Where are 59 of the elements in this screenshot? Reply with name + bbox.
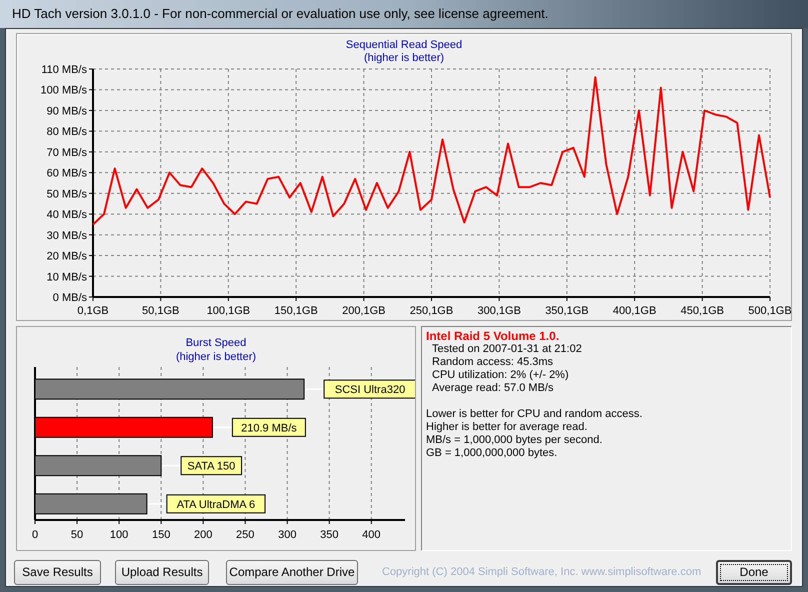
chart-title: Sequential Read Speed (346, 39, 462, 52)
axis-label: 250,1GB (410, 305, 454, 317)
axis-label: 350,1GB (545, 305, 589, 317)
axis-label: 350 (320, 529, 338, 541)
axis-label: 50,1GB (142, 305, 180, 317)
note-line: Lower is better for CPU and random access. (426, 408, 644, 421)
bar-label: SATA 150 (180, 456, 242, 476)
axis-label: 0,1GB (77, 305, 109, 317)
y-tick-label: SCSI Ultra320 (334, 384, 405, 396)
axis-label: 300,1GB (478, 305, 521, 317)
action-button[interactable]: Upload Results (115, 560, 209, 584)
axis-label: 0 MB/s (52, 292, 87, 304)
axis-label: 400,1GB (612, 305, 656, 317)
axis-label: 20 MB/s (46, 250, 87, 263)
y-tick-label: ATA UltraDMA 6 (176, 498, 255, 511)
drive-name: Intel Raid 5 Volume 1.0. (426, 330, 560, 343)
copyright-text: Copyright (C) 2004 Simpli Software, Inc. www.simplisoftware.com (382, 564, 702, 580)
axis-label: 50 (70, 529, 83, 541)
done-button[interactable]: Done (716, 560, 792, 584)
axis-label: 40 MB/s (46, 209, 87, 222)
bar-label: ATA UltraDMA 6 (166, 494, 266, 514)
chart-subtitle: (higher is better) (176, 350, 256, 364)
y-tick-label: SATA 150 (186, 460, 235, 473)
axis-label: 150 (151, 529, 170, 541)
result-line: CPU utilization: 2% (+/- 2%) (431, 369, 570, 382)
axis-label: 100,1GB (206, 305, 250, 317)
axis-label: 250 (236, 529, 254, 541)
axis-label: 400 (362, 529, 380, 541)
action-button[interactable]: Save Results (14, 560, 101, 584)
axis-label: 150,1GB (274, 305, 318, 317)
note-line: MB/s = 1,000,000 bytes per second. (426, 434, 604, 447)
result-line: Random access: 45.3ms (431, 356, 554, 369)
axis-label: 80 MB/s (46, 126, 87, 138)
action-button[interactable]: Compare Another Drive (226, 560, 358, 584)
bar-label: 210.9 MB/s (231, 418, 306, 437)
note-line: GB = 1,000,000,000 bytes. (426, 447, 558, 460)
axis-label: 60 MB/s (46, 168, 87, 180)
axis-label: 70 MB/s (46, 146, 87, 159)
y-tick-label: 210.9 MB/s (240, 422, 297, 434)
axis-label: 50 MB/s (46, 188, 87, 200)
axis-label: 30 MB/s (46, 230, 87, 242)
note-line: Higher is better for average read. (426, 421, 588, 434)
bar-label: SCSI Ultra320 (323, 380, 414, 399)
axis-label: 100 MB/s (40, 84, 87, 97)
axis-label: 0 (31, 529, 38, 541)
axis-label: 10 MB/s (46, 271, 87, 284)
axis-label: 100 (109, 529, 128, 541)
axis-label: 500,1GB (748, 305, 791, 317)
chart-title: Burst Speed (186, 336, 246, 350)
axis-label: 450,1GB (680, 305, 724, 317)
axis-label: 200,1GB (342, 305, 386, 317)
window-title: HD Tach version 3.0.1.0 - For non-commercial or evaluation use only, see license agreement. (12, 5, 548, 24)
axis-label: 90 MB/s (46, 105, 87, 118)
chart-subtitle: (higher is better) (364, 52, 444, 65)
result-line: Average read: 57.0 MB/s (431, 382, 554, 395)
axis-label: 110 MB/s (41, 65, 87, 76)
result-line: Tested on 2007-01-31 at 21:02 (431, 343, 583, 356)
axis-label: 200 (194, 529, 212, 541)
axis-label: 300 (278, 529, 296, 541)
